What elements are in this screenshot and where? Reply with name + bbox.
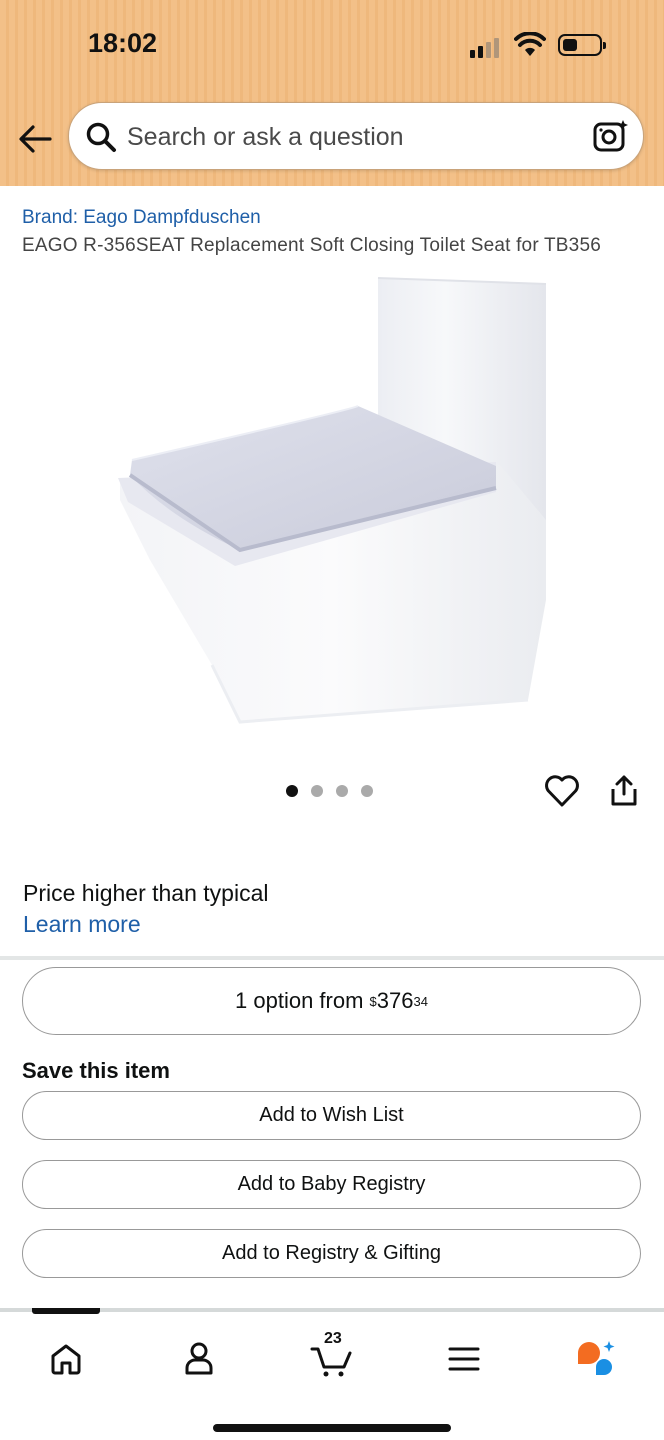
product-title: EAGO R-356SEAT Replacement Soft Closing … [22,235,601,256]
camera-lens-icon[interactable] [593,119,629,153]
bottom-nav: 23 [0,1308,664,1440]
heart-icon[interactable] [544,774,580,808]
image-carousel-dots[interactable] [286,785,373,797]
brand-link[interactable]: Brand: Eago Dampfduschen [22,207,261,229]
carousel-dot[interactable] [286,785,298,797]
menu-icon [448,1347,480,1371]
cart-count-badge: 23 [324,1330,342,1347]
home-indicator [213,1424,451,1432]
search-bar[interactable] [68,102,644,170]
carousel-dot[interactable] [336,785,348,797]
signal-icon [470,38,499,58]
add-to-baby-registry-button[interactable]: Add to Baby Registry [22,1160,641,1209]
search-input[interactable] [127,117,567,157]
active-tab-indicator [32,1308,100,1314]
options-prefix: 1 option from [235,988,370,1013]
home-icon [51,1344,81,1375]
share-icon[interactable] [608,774,640,808]
add-to-wish-list-button[interactable]: Add to Wish List [22,1091,641,1140]
price-dollars: 376 [376,988,414,1013]
nav-cart[interactable]: 23 [307,1330,357,1384]
arrow-left-icon [19,125,52,153]
nav-account[interactable] [174,1334,224,1384]
search-icon [86,122,116,152]
status-time: 18:02 [88,28,158,58]
price-currency: $ [369,993,377,1009]
save-item-heading: Save this item [22,1058,170,1083]
learn-more-link[interactable]: Learn more [23,911,141,938]
nav-menu[interactable] [439,1334,489,1384]
carousel-dot[interactable] [361,785,373,797]
price-notice: Price higher than typical [23,880,269,906]
wifi-icon [514,32,546,56]
options-button[interactable]: 1 option from $376 34 [22,967,641,1035]
carousel-dot[interactable] [311,785,323,797]
header: 18:02 [0,0,664,186]
battery-icon [558,34,606,56]
add-to-registry-gifting-button[interactable]: Add to Registry & Gifting [22,1229,641,1278]
account-icon [185,1342,213,1375]
nav-home[interactable] [41,1334,91,1384]
divider [0,956,664,960]
status-icons [470,32,610,60]
back-button[interactable] [16,120,54,158]
rufus-icon [578,1341,615,1375]
price-cents: 34 [413,993,428,1009]
product-image[interactable] [110,270,550,726]
nav-rufus[interactable] [571,1334,621,1384]
